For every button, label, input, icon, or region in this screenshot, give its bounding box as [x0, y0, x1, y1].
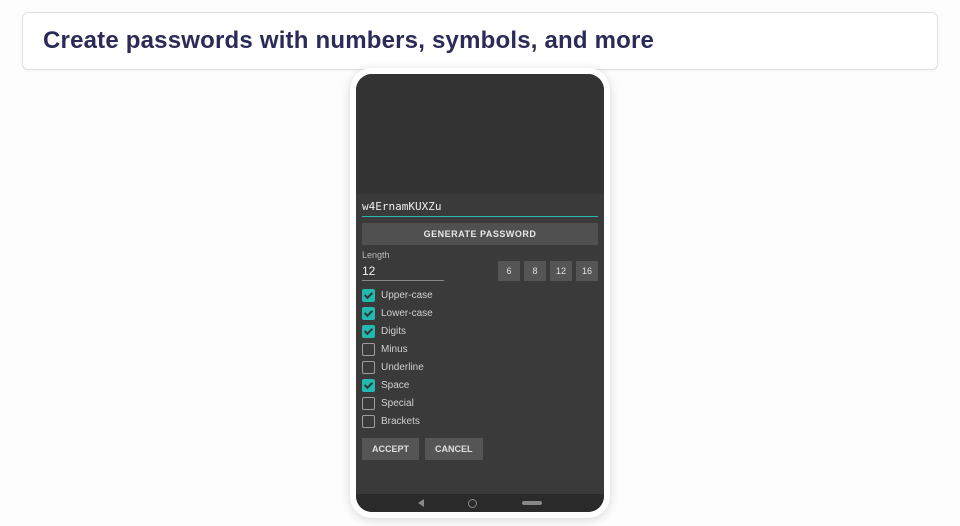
caption-banner: Create passwords with numbers, symbols, …	[22, 12, 938, 70]
option-label: Digits	[381, 326, 406, 337]
dialog-actions: ACCEPT CANCEL	[362, 438, 598, 460]
android-navbar	[356, 494, 604, 512]
option-label: Special	[381, 398, 414, 409]
checkbox-icon	[362, 325, 375, 338]
option-label: Space	[381, 380, 409, 391]
checkbox-icon	[362, 289, 375, 302]
length-input[interactable]: 12	[362, 264, 444, 281]
length-preset-6[interactable]: 6	[498, 261, 520, 281]
length-preset-12[interactable]: 12	[550, 261, 572, 281]
nav-home-icon[interactable]	[468, 499, 477, 508]
option-space[interactable]: Space	[362, 379, 598, 392]
checkbox-icon	[362, 397, 375, 410]
length-preset-8[interactable]: 8	[524, 261, 546, 281]
accept-button[interactable]: ACCEPT	[362, 438, 419, 460]
option-label: Upper-case	[381, 290, 433, 301]
option-label: Lower-case	[381, 308, 433, 319]
option-special[interactable]: Special	[362, 397, 598, 410]
length-preset-16[interactable]: 16	[576, 261, 598, 281]
phone-screen: w4ErnamKUXZu GENERATE PASSWORD Length 12…	[356, 74, 604, 512]
phone-frame: w4ErnamKUXZu GENERATE PASSWORD Length 12…	[350, 68, 610, 518]
checkbox-icon	[362, 415, 375, 428]
length-row: 12 6 8 12 16	[362, 261, 598, 281]
option-lower-case[interactable]: Lower-case	[362, 307, 598, 320]
length-label: Length	[362, 250, 598, 260]
length-presets: 6 8 12 16	[498, 261, 598, 281]
checkbox-icon	[362, 361, 375, 374]
option-upper-case[interactable]: Upper-case	[362, 289, 598, 302]
generated-password-field[interactable]: w4ErnamKUXZu	[362, 198, 598, 217]
option-label: Brackets	[381, 416, 420, 427]
option-label: Underline	[381, 362, 424, 373]
option-underline[interactable]: Underline	[362, 361, 598, 374]
screen-top-area	[356, 74, 604, 194]
character-options: Upper-case Lower-case Digits Minus Under…	[362, 289, 598, 428]
cancel-button[interactable]: CANCEL	[425, 438, 483, 460]
generate-password-button[interactable]: GENERATE PASSWORD	[362, 223, 598, 245]
nav-back-icon[interactable]	[418, 499, 424, 507]
caption-text: Create passwords with numbers, symbols, …	[43, 27, 917, 55]
option-label: Minus	[381, 344, 408, 355]
checkbox-icon	[362, 343, 375, 356]
checkbox-icon	[362, 307, 375, 320]
option-brackets[interactable]: Brackets	[362, 415, 598, 428]
nav-recent-icon[interactable]	[522, 501, 542, 505]
checkbox-icon	[362, 379, 375, 392]
password-generator-panel: w4ErnamKUXZu GENERATE PASSWORD Length 12…	[356, 194, 604, 512]
option-digits[interactable]: Digits	[362, 325, 598, 338]
option-minus[interactable]: Minus	[362, 343, 598, 356]
